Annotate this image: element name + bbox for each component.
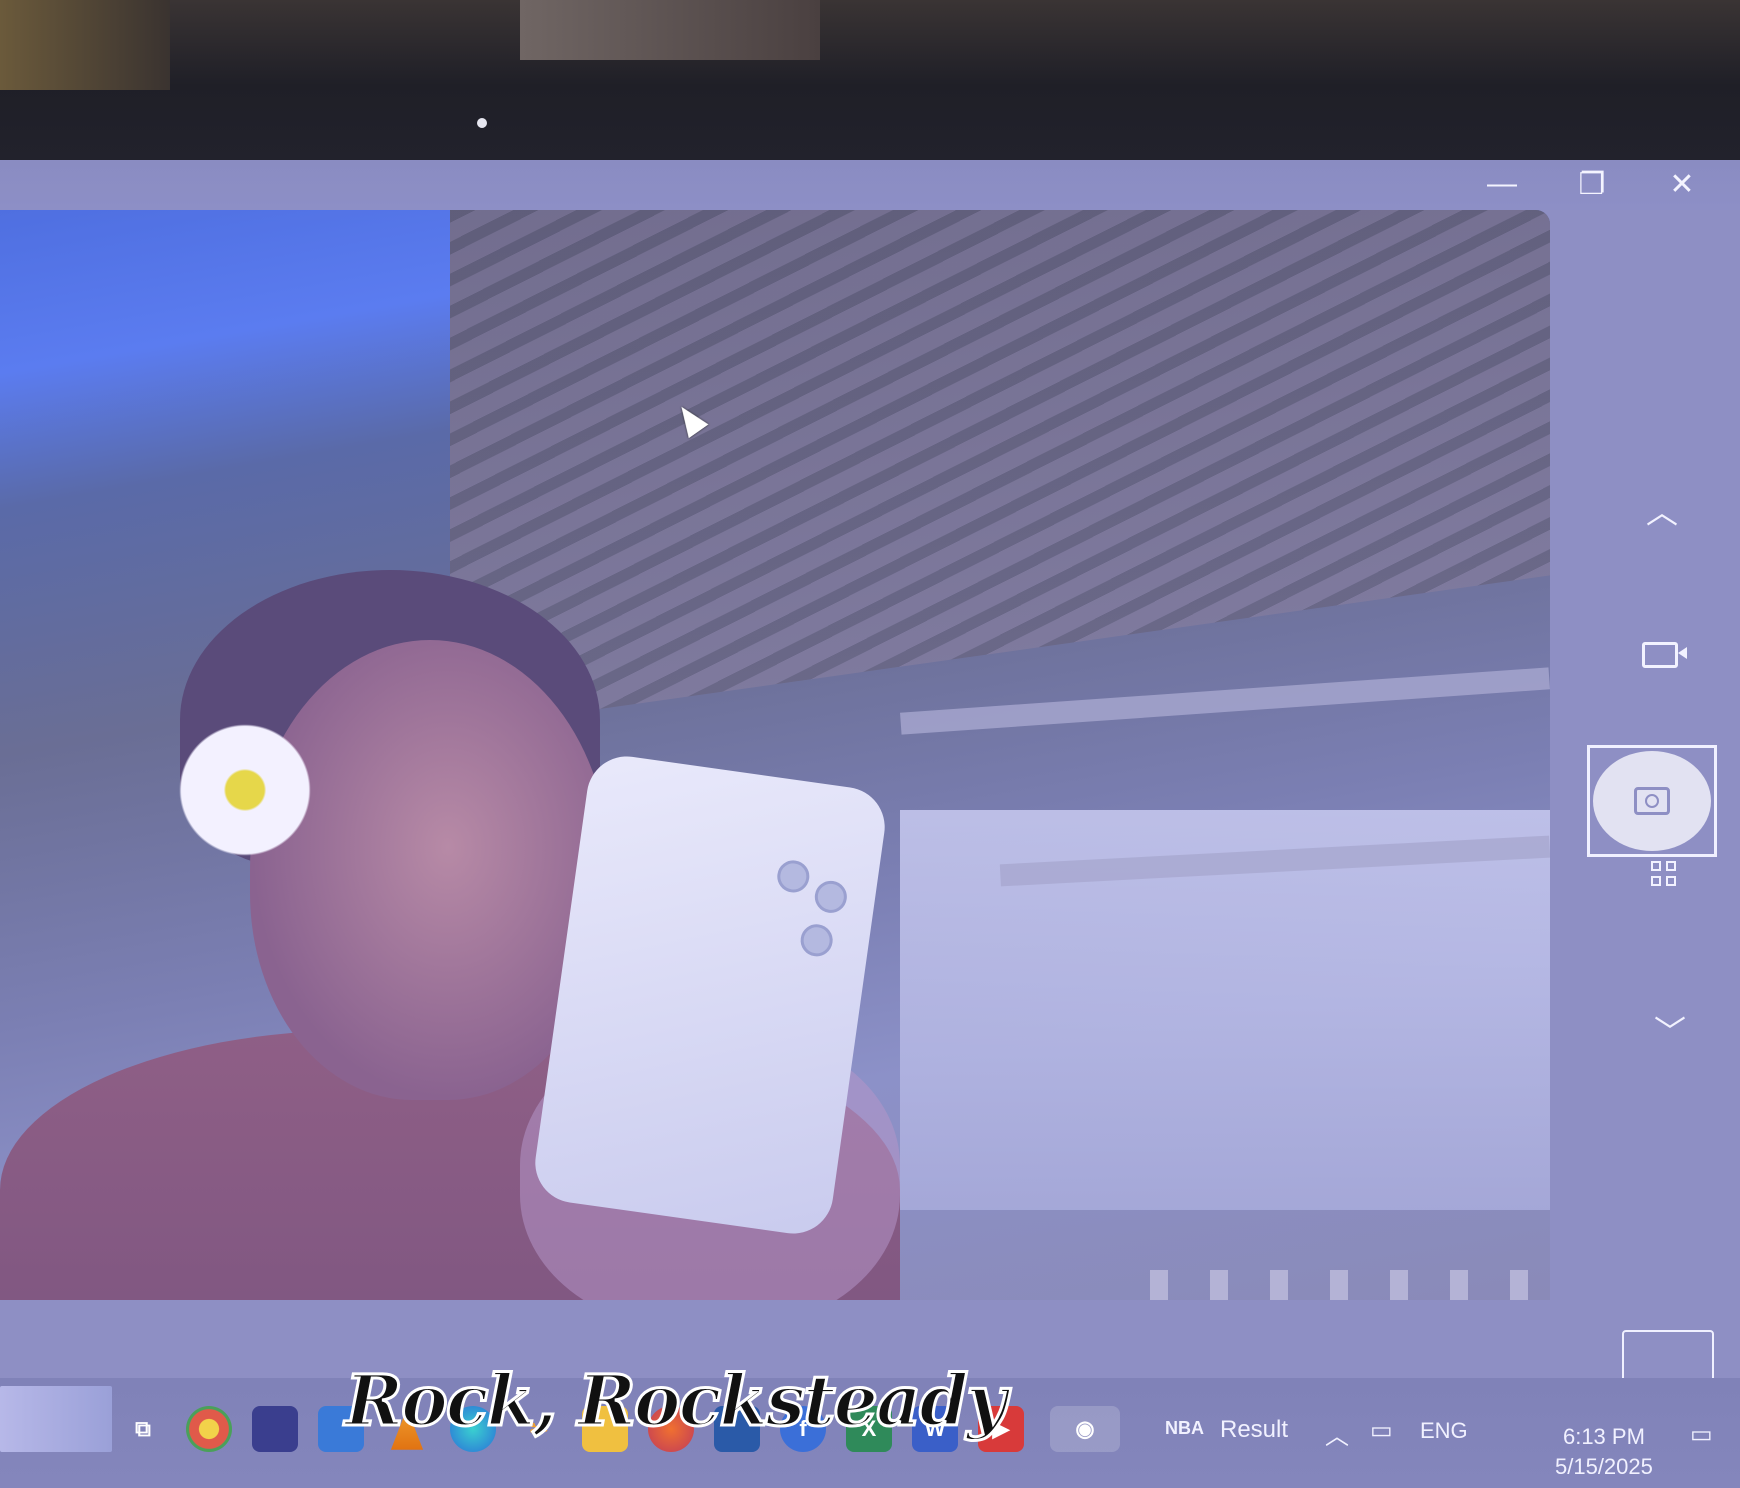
background-scene (520, 0, 820, 60)
webcam-indicator (477, 118, 487, 128)
clock-time: 6:13 PM (1562, 1424, 1645, 1449)
camera-icon (1634, 787, 1670, 815)
show-hidden-icons[interactable]: ︿ (1325, 1416, 1349, 1451)
video-mode-button[interactable] (1630, 630, 1690, 680)
chrome-icon[interactable] (186, 1406, 232, 1452)
flower-in-hair (170, 715, 320, 865)
camera-control-rail: ︿ ﹀ (1560, 210, 1740, 1410)
camera-preview (0, 210, 1550, 1300)
photo-mode-frame (1587, 745, 1717, 857)
start-thumbnail[interactable] (0, 1386, 112, 1452)
qr-code-icon (1650, 860, 1676, 886)
phone-lens (798, 922, 835, 959)
language-indicator[interactable]: ENG (1420, 1418, 1468, 1444)
clock-date: 5/15/2025 (1555, 1454, 1653, 1479)
phone-lens (775, 858, 812, 895)
scroll-up-button[interactable]: ︿ (1632, 480, 1692, 540)
close-button[interactable]: ✕ (1660, 166, 1704, 202)
nba-icon[interactable]: NBA (1165, 1418, 1204, 1439)
task-view-icon[interactable]: ⧉ (120, 1406, 166, 1452)
balcony-railing (1150, 1270, 1550, 1300)
camera-app-window: — ❐ ✕ ︿ ﹀ ⧉ ✂ f X W ▶ ◉ NBA Result ︿ ▭ E… (0, 160, 1740, 1488)
video-icon (1642, 642, 1687, 668)
video-caption: Rock, Rocksteady (344, 1359, 1009, 1442)
notifications-icon[interactable]: ▭ (1690, 1420, 1713, 1449)
restore-button[interactable]: ❐ (1570, 166, 1614, 202)
taskbar-clock[interactable]: 6:13 PM 5/15/2025 (1555, 1422, 1653, 1482)
phone-lens (812, 878, 849, 915)
battery-icon[interactable]: ▭ (1370, 1416, 1393, 1445)
roof-beam (900, 667, 1550, 735)
qr-scan-button[interactable] (1638, 848, 1688, 898)
minimize-button[interactable]: — (1480, 166, 1524, 202)
thatched-ceiling (450, 210, 1550, 730)
scroll-down-button[interactable]: ﹀ (1640, 1000, 1700, 1060)
background-scene (0, 0, 170, 90)
united-app-icon[interactable] (252, 1406, 298, 1452)
title-bar: — ❐ ✕ (0, 160, 1740, 210)
take-photo-button[interactable] (1593, 751, 1711, 851)
smartphone (530, 751, 890, 1239)
